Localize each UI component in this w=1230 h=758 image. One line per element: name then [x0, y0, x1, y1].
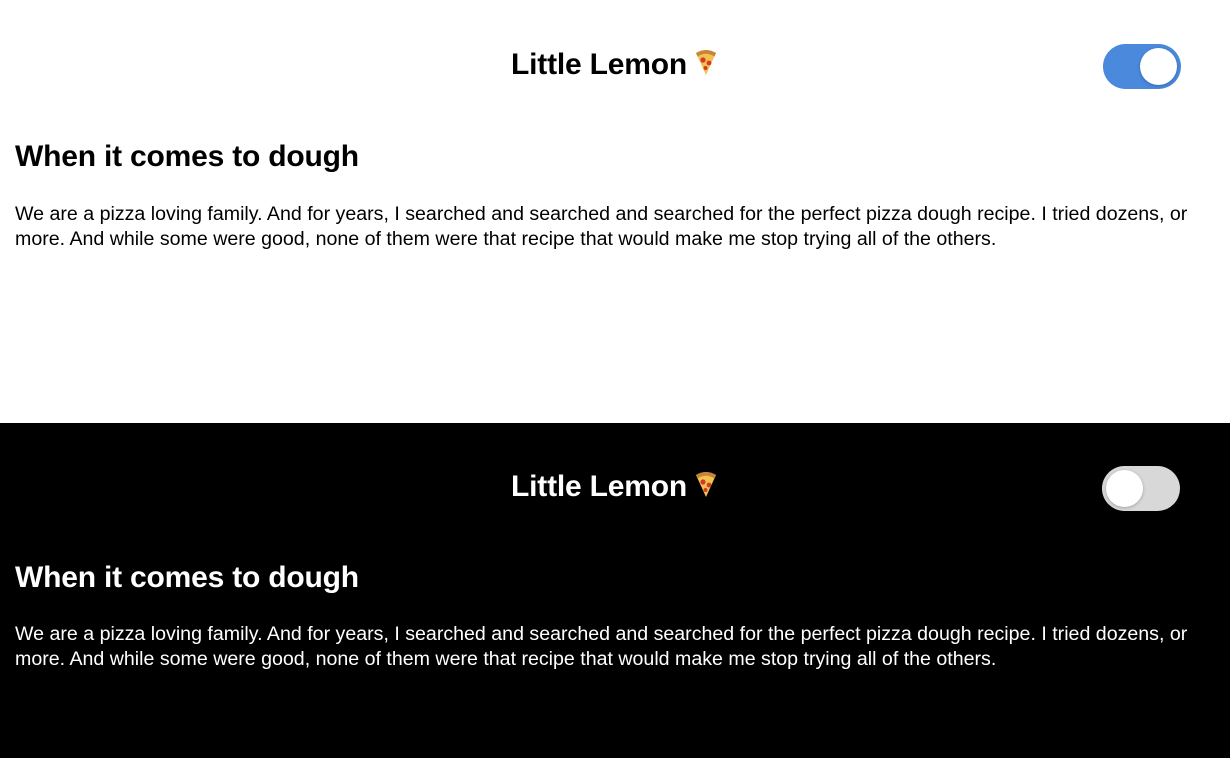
section-paragraph: We are a pizza loving family. And for ye… — [15, 203, 1188, 250]
header-title: Little Lemon — [0, 48, 1230, 82]
section-heading: When it comes to dough — [15, 561, 359, 594]
header-title: Little Lemon — [0, 470, 1230, 504]
pizza-icon — [693, 470, 719, 498]
section-heading: When it comes to dough — [15, 140, 359, 173]
theme-toggle[interactable] — [1102, 466, 1180, 511]
pizza-icon — [693, 48, 719, 76]
light-mode-panel: Little Lemon When it comes to dough We a… — [0, 0, 1230, 423]
section-paragraph: We are a pizza loving family. And for ye… — [15, 623, 1188, 670]
theme-toggle[interactable] — [1103, 44, 1181, 89]
dark-mode-panel: Little Lemon When it comes to dough We a… — [0, 423, 1230, 758]
header-title-text: Little Lemon — [511, 470, 687, 503]
toggle-knob — [1106, 470, 1143, 507]
toggle-knob — [1140, 48, 1177, 85]
header-title-text: Little Lemon — [511, 48, 687, 81]
